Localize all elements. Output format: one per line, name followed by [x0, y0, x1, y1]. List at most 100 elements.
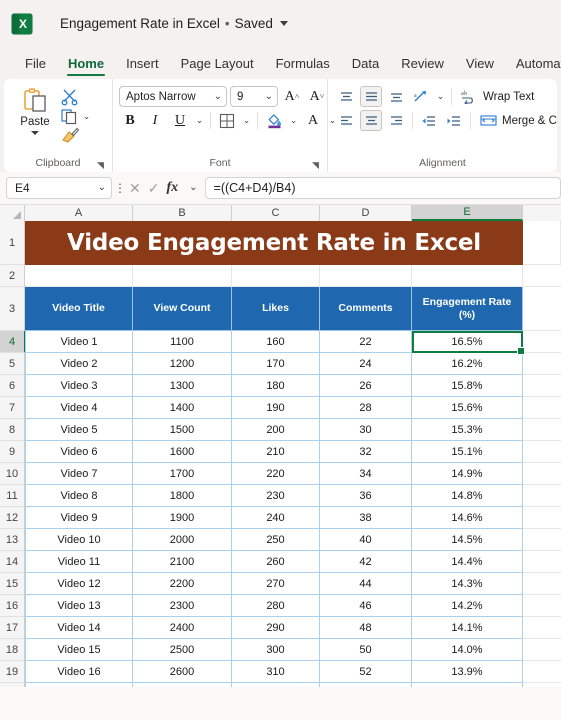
decrease-font-size-button[interactable]: A ˅: [306, 86, 328, 107]
cell-a8[interactable]: Video 5: [25, 419, 133, 441]
orientation-chevron-down-icon[interactable]: ⌄: [435, 91, 446, 102]
table-header-view-count[interactable]: View Count: [133, 287, 232, 331]
cell-f11[interactable]: [523, 485, 561, 507]
row-header-13[interactable]: 13: [0, 529, 24, 551]
align-top-button[interactable]: [335, 86, 357, 107]
row-header-1[interactable]: 1: [0, 221, 24, 265]
fx-icon[interactable]: fx: [166, 180, 178, 196]
cell-e11[interactable]: 14.8%: [412, 485, 523, 507]
tab-file[interactable]: File: [14, 56, 57, 77]
formula-chevron-down-icon[interactable]: ⌄: [185, 183, 197, 193]
cell-b6[interactable]: 1300: [133, 375, 232, 397]
cell-c8[interactable]: 200: [232, 419, 320, 441]
cell-f3[interactable]: [523, 287, 561, 331]
cell-c6[interactable]: 180: [232, 375, 320, 397]
cell-b9[interactable]: 1600: [133, 441, 232, 463]
column-header-d[interactable]: D: [320, 205, 412, 221]
cell-f14[interactable]: [523, 551, 561, 573]
tab-view[interactable]: View: [455, 56, 505, 77]
cell-f20[interactable]: [523, 683, 561, 687]
align-middle-button[interactable]: [360, 86, 382, 107]
fill-color-button[interactable]: [263, 110, 285, 131]
tab-automate[interactable]: Automate: [505, 56, 561, 77]
cell-b19[interactable]: 2600: [133, 661, 232, 683]
cell-e18[interactable]: 14.0%: [412, 639, 523, 661]
cell-c13[interactable]: 250: [232, 529, 320, 551]
cell-e10[interactable]: 14.9%: [412, 463, 523, 485]
cell-a19[interactable]: Video 16: [25, 661, 133, 683]
cell-b11[interactable]: 1800: [133, 485, 232, 507]
cell-d4[interactable]: 22: [320, 331, 412, 353]
paste-button[interactable]: Paste: [12, 85, 58, 144]
table-header-video-title[interactable]: Video Title: [25, 287, 133, 331]
cell-b14[interactable]: 2100: [133, 551, 232, 573]
tab-data[interactable]: Data: [341, 56, 390, 77]
cell-a11[interactable]: Video 8: [25, 485, 133, 507]
fill-color-chevron-down-icon[interactable]: ⌄: [288, 115, 299, 126]
name-box[interactable]: E4 ⌄: [6, 177, 112, 199]
underline-chevron-down-icon[interactable]: ⌄: [194, 115, 205, 126]
borders-button[interactable]: [216, 110, 238, 131]
cell-a6[interactable]: Video 3: [25, 375, 133, 397]
cell-f16[interactable]: [523, 595, 561, 617]
tab-insert[interactable]: Insert: [115, 56, 170, 77]
column-header-a[interactable]: A: [25, 205, 133, 221]
copy-button[interactable]: ⌄: [60, 107, 92, 125]
wrap-text-button[interactable]: ab Wrap Text: [457, 89, 534, 104]
font-size-combobox[interactable]: 9 ⌄: [230, 86, 278, 107]
cell-f2[interactable]: [523, 265, 561, 287]
cell-a20[interactable]: Video 17: [25, 683, 133, 687]
paste-chevron-down-icon[interactable]: [31, 131, 39, 135]
cell-f6[interactable]: [523, 375, 561, 397]
table-header-comments[interactable]: Comments: [320, 287, 412, 331]
cell-f10[interactable]: [523, 463, 561, 485]
cell-a18[interactable]: Video 15: [25, 639, 133, 661]
cell-d11[interactable]: 36: [320, 485, 412, 507]
cell-e5[interactable]: 16.2%: [412, 353, 523, 375]
cell-f12[interactable]: [523, 507, 561, 529]
cell-a17[interactable]: Video 14: [25, 617, 133, 639]
cell-b12[interactable]: 1900: [133, 507, 232, 529]
column-header-e[interactable]: E: [412, 205, 523, 221]
bold-button[interactable]: B: [119, 110, 141, 131]
tab-home[interactable]: Home: [57, 56, 115, 77]
cell-b13[interactable]: 2000: [133, 529, 232, 551]
cell-d19[interactable]: 52: [320, 661, 412, 683]
cell-d10[interactable]: 34: [320, 463, 412, 485]
row-header-6[interactable]: 6: [0, 375, 24, 397]
row-header-2[interactable]: 2: [0, 265, 24, 287]
cell-f13[interactable]: [523, 529, 561, 551]
cell-d14[interactable]: 42: [320, 551, 412, 573]
cell-a14[interactable]: Video 11: [25, 551, 133, 573]
tab-formulas[interactable]: Formulas: [265, 56, 341, 77]
cell-a13[interactable]: Video 10: [25, 529, 133, 551]
increase-indent-button[interactable]: [443, 110, 465, 131]
font-name-chevron-down-icon[interactable]: ⌄: [210, 91, 222, 102]
cell-f4[interactable]: [523, 331, 561, 353]
cancel-icon[interactable]: ✕: [129, 181, 141, 195]
cell-b15[interactable]: 2200: [133, 573, 232, 595]
formula-bar-more-icon[interactable]: ⋮: [112, 181, 128, 195]
cell-d9[interactable]: 32: [320, 441, 412, 463]
cell-c11[interactable]: 230: [232, 485, 320, 507]
row-header-12[interactable]: 12: [0, 507, 24, 529]
cell-e15[interactable]: 14.3%: [412, 573, 523, 595]
font-name-combobox[interactable]: Aptos Narrow ⌄: [119, 86, 227, 107]
cell-d5[interactable]: 24: [320, 353, 412, 375]
cell-c19[interactable]: 310: [232, 661, 320, 683]
name-box-chevron-down-icon[interactable]: ⌄: [94, 183, 106, 193]
row-header-8[interactable]: 8: [0, 419, 24, 441]
cell-d13[interactable]: 40: [320, 529, 412, 551]
row-header-9[interactable]: 9: [0, 441, 24, 463]
cell-b5[interactable]: 1200: [133, 353, 232, 375]
row-header-17[interactable]: 17: [0, 617, 24, 639]
table-header-engagement-rate[interactable]: Engagement Rate (%): [412, 287, 523, 331]
cell-e19[interactable]: 13.9%: [412, 661, 523, 683]
cell-f19[interactable]: [523, 661, 561, 683]
row-header-11[interactable]: 11: [0, 485, 24, 507]
cell-c16[interactable]: 280: [232, 595, 320, 617]
cell-f15[interactable]: [523, 573, 561, 595]
cell-b4[interactable]: 1100: [133, 331, 232, 353]
cell-a7[interactable]: Video 4: [25, 397, 133, 419]
cell-d16[interactable]: 46: [320, 595, 412, 617]
